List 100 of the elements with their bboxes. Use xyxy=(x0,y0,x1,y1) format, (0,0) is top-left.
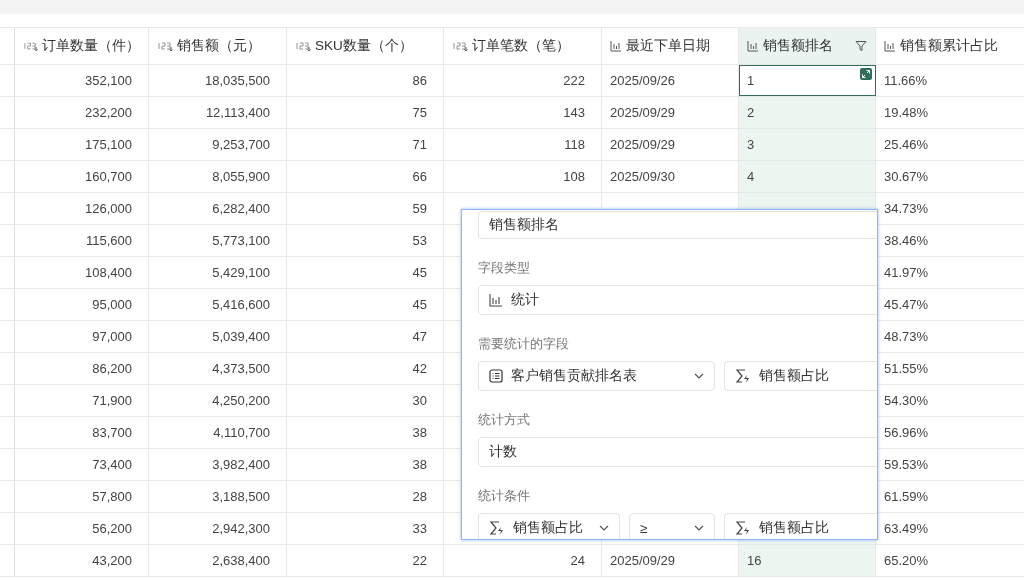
table-cell: 5,039,400 xyxy=(149,321,287,352)
table-cell: 6,282,400 xyxy=(149,193,287,224)
table-cell: 75 xyxy=(287,97,444,128)
table-cell: 4 xyxy=(739,161,876,192)
column-title: 最近下单日期 xyxy=(626,37,710,55)
table-cell: 86 xyxy=(287,65,444,96)
expand-icon[interactable] xyxy=(860,68,872,80)
table-cell: 2,942,300 xyxy=(149,513,287,544)
table-cell: 71,900 xyxy=(15,385,149,416)
table-cell: 5,773,100 xyxy=(149,225,287,256)
column-header[interactable]: 订单笔数（笔） xyxy=(444,28,602,64)
table-row[interactable]: 43,200 2,638,400 22 24 2025/09/29 16 65.20% xyxy=(0,545,1024,577)
table-cell: 73,400 xyxy=(15,449,149,480)
table-cell: 38 xyxy=(287,449,444,480)
bar-chart-icon xyxy=(489,293,503,307)
table-row[interactable]: 160,700 8,055,900 66 108 2025/09/30 4 30.67% xyxy=(0,161,1024,193)
input-field[interactable]: 统计 xyxy=(478,285,877,315)
table-cell: 83,700 xyxy=(15,417,149,448)
table-cell: 2 xyxy=(739,97,876,128)
table-cell: 115,600 xyxy=(15,225,149,256)
table-cell: 28 xyxy=(287,481,444,512)
number-field-icon xyxy=(157,40,173,52)
table-cell: 160,700 xyxy=(15,161,149,192)
table-cell: 126,000 xyxy=(15,193,149,224)
column-title: 销售额排名 xyxy=(763,37,833,55)
column-title: 订单笔数（笔） xyxy=(472,37,570,55)
column-header[interactable]: 销售额累计占比 xyxy=(876,28,1024,64)
input-field[interactable]: 销售额占比 xyxy=(724,513,877,539)
table-cell: 3 xyxy=(739,129,876,160)
number-field-icon xyxy=(452,40,468,52)
caret-icon[interactable] xyxy=(599,525,609,531)
field-name-input[interactable]: 销售额排名 xyxy=(478,211,877,239)
field-value: 客户销售贡献排名表 xyxy=(511,367,637,385)
field-value: 销售额占比 xyxy=(759,367,829,385)
filter-icon[interactable] xyxy=(855,40,867,52)
table-cell: 66 xyxy=(287,161,444,192)
dropdown-field[interactable]: 客户销售贡献排名表 xyxy=(478,361,715,391)
field-value: ≥ xyxy=(640,520,648,536)
table-cell: 4,250,200 xyxy=(149,385,287,416)
bar-chart-icon xyxy=(610,40,622,52)
dropdown-field[interactable]: ≥ xyxy=(629,513,715,539)
table-row[interactable]: 352,100 18,035,500 86 222 2025/09/26 1 11.66% xyxy=(0,65,1024,97)
caret-icon[interactable] xyxy=(694,525,704,531)
table-cell: 8,055,900 xyxy=(149,161,287,192)
selected-cell[interactable]: 1 xyxy=(739,65,876,96)
table-cell: 232,200 xyxy=(15,97,149,128)
table-cell: 2,638,400 xyxy=(149,545,287,576)
table-cell: 3,982,400 xyxy=(149,449,287,480)
column-header[interactable]: 订单数量（件） xyxy=(15,28,149,64)
table-cell: 33 xyxy=(287,513,444,544)
table-cell: 19.48% xyxy=(876,97,1024,128)
caret-icon[interactable] xyxy=(694,373,704,379)
table-cell: 108,400 xyxy=(15,257,149,288)
table-cell: 56,200 xyxy=(15,513,149,544)
field-value: 计数 xyxy=(489,443,517,461)
number-field-icon xyxy=(23,40,38,52)
table-cell: 22 xyxy=(287,545,444,576)
table-cell: 24 xyxy=(444,545,602,576)
table-cell: 108 xyxy=(444,161,602,192)
table-cell: 97,000 xyxy=(15,321,149,352)
formula-icon xyxy=(489,520,505,536)
bar-chart-icon xyxy=(884,40,896,52)
table-cell: 30.67% xyxy=(876,161,1024,192)
column-title: 销售额（元） xyxy=(177,37,261,55)
table-cell: 45 xyxy=(287,257,444,288)
input-field[interactable]: 计数 xyxy=(478,437,877,467)
table-cell: 4,110,700 xyxy=(149,417,287,448)
table-cell: 143 xyxy=(444,97,602,128)
table-cell: 71 xyxy=(287,129,444,160)
table-cell: 5,416,600 xyxy=(149,289,287,320)
column-header[interactable]: 销售额排名 xyxy=(739,28,876,64)
table-cell: 95,000 xyxy=(15,289,149,320)
table-cell: 5,429,100 xyxy=(149,257,287,288)
table-cell: 118 xyxy=(444,129,602,160)
dropdown-field[interactable]: 销售额占比 xyxy=(478,513,620,539)
column-header[interactable]: 销售额（元） xyxy=(149,28,287,64)
field-value: 统计 xyxy=(511,291,539,309)
formula-icon xyxy=(735,520,751,536)
section-label: 字段类型 xyxy=(478,259,531,277)
table-cell: 16 xyxy=(739,545,876,576)
table-cell: 4,373,500 xyxy=(149,353,287,384)
formula-icon xyxy=(735,368,751,384)
table-cell: 53 xyxy=(287,225,444,256)
table-cell: 45 xyxy=(287,289,444,320)
field-value: 销售额占比 xyxy=(759,519,829,537)
table-cell: 25.46% xyxy=(876,129,1024,160)
table-cell: 12,113,400 xyxy=(149,97,287,128)
input-field[interactable]: 销售额占比 xyxy=(724,361,877,391)
table-icon xyxy=(489,369,503,383)
table-cell: 9,253,700 xyxy=(149,129,287,160)
table-cell: 42 xyxy=(287,353,444,384)
table-cell: 11.66% xyxy=(876,65,1024,96)
section-label: 需要统计的字段 xyxy=(478,335,570,353)
section-label: 统计条件 xyxy=(478,487,531,505)
table-row[interactable]: 232,200 12,113,400 75 143 2025/09/29 2 19.48% xyxy=(0,97,1024,129)
table-cell: 222 xyxy=(444,65,602,96)
table-cell: 47 xyxy=(287,321,444,352)
table-cell: 43,200 xyxy=(15,545,149,576)
table-row[interactable]: 175,100 9,253,700 71 118 2025/09/29 3 25.46% xyxy=(0,129,1024,161)
column-header[interactable]: SKU数量（个） xyxy=(287,28,444,64)
